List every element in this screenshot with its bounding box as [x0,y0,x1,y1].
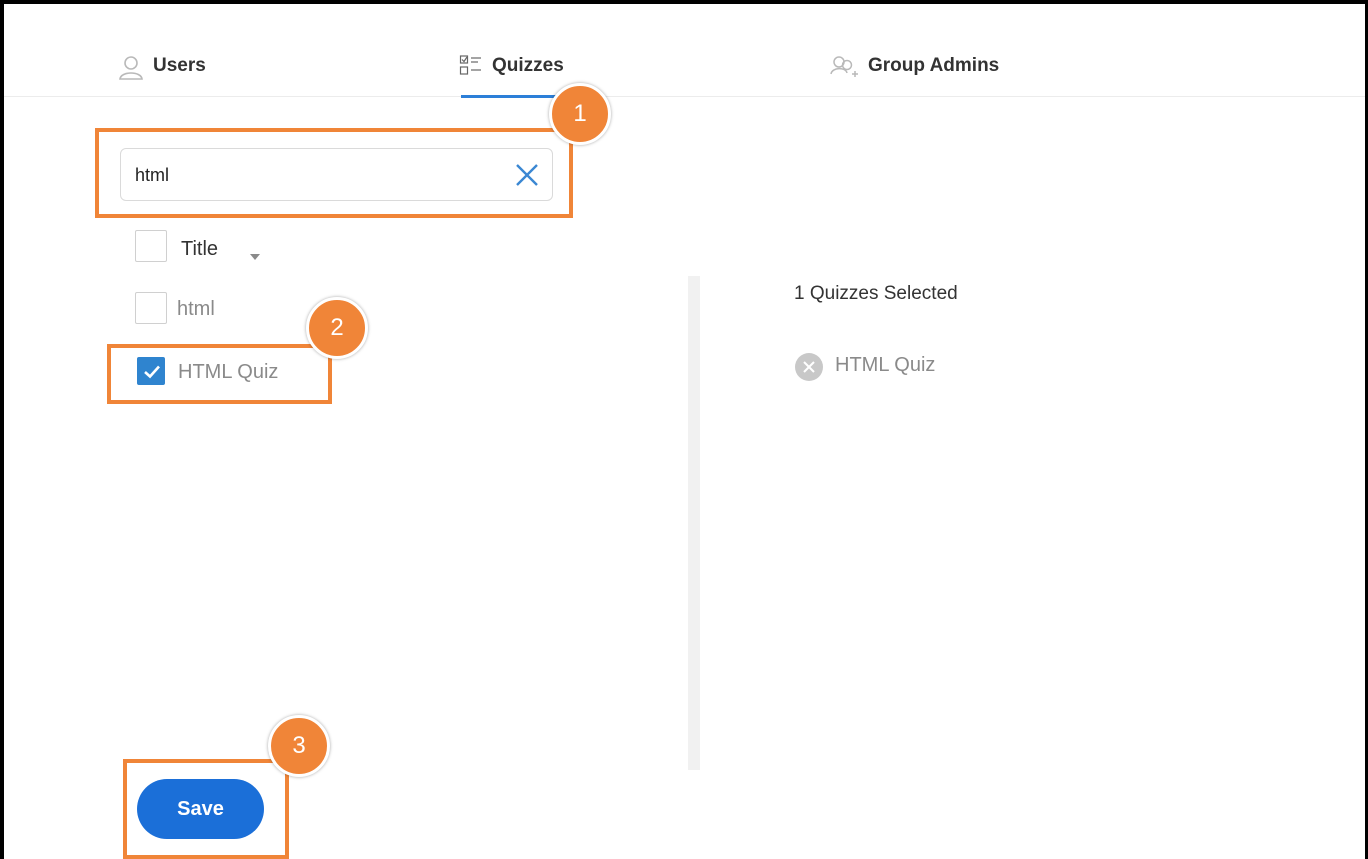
step-badge: 1 [549,83,611,145]
tab-group-admins-label: Group Admins [868,55,1000,76]
group-admin-icon [829,54,859,82]
step-badge: 2 [306,297,368,359]
step-badge: 3 [268,715,330,777]
checklist-icon [459,54,483,78]
quiz-assignment-panel: Users Quizzes Group Admins Title html HT… [4,4,1365,859]
save-button[interactable]: Save [137,779,264,839]
clear-search-icon[interactable] [512,160,542,190]
tab-quizzes[interactable]: Quizzes [459,54,564,98]
quiz-checkbox-html-quiz[interactable] [137,357,165,385]
selected-item-label: HTML Quiz [835,354,936,376]
list-item-label: HTML Quiz [178,361,279,383]
sort-caret-icon[interactable] [250,254,260,260]
column-header-title[interactable]: Title [181,236,218,262]
tab-users-label: Users [153,55,206,76]
search-input[interactable] [135,161,495,189]
user-icon [118,54,144,80]
tab-quizzes-label: Quizzes [492,55,564,76]
quiz-checkbox-html[interactable] [135,292,167,324]
tab-group-admins[interactable]: Group Admins [829,54,999,98]
list-item-label: html [177,298,215,320]
tab-users[interactable]: Users [118,54,206,98]
selected-count: 1 Quizzes Selected [794,283,958,304]
tab-bar: Users Quizzes Group Admins [4,4,1365,98]
search-box [120,148,553,201]
checkmark-icon [144,365,160,379]
remove-selected-icon[interactable] [795,353,823,381]
panel-divider [688,276,700,770]
select-all-checkbox[interactable] [135,230,167,262]
active-tab-indicator [461,95,565,98]
